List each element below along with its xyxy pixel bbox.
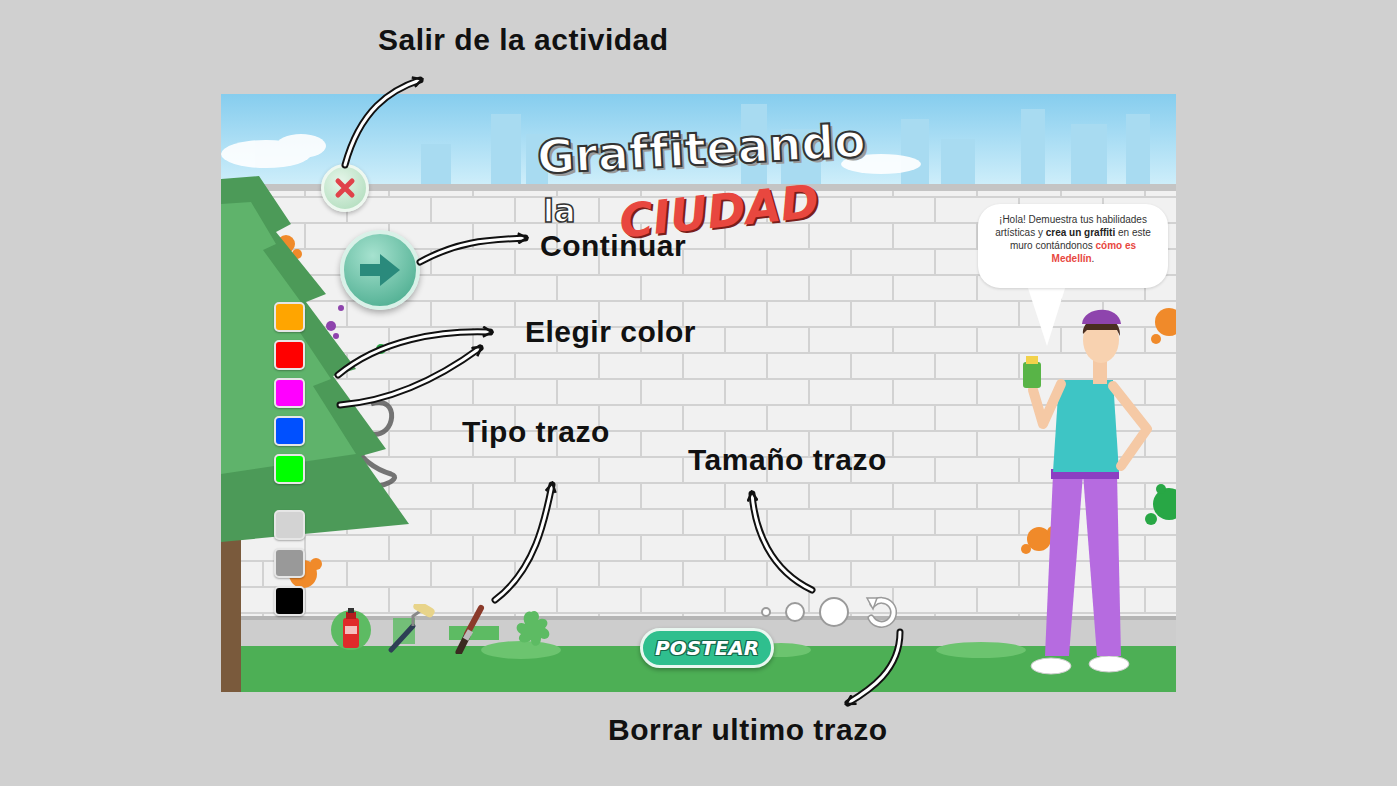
color-swatch[interactable]: [274, 340, 305, 370]
close-icon: [333, 176, 357, 200]
color-swatch[interactable]: [274, 416, 305, 446]
splat-icon: [511, 604, 555, 654]
post-button[interactable]: POSTEAR: [640, 628, 774, 668]
speech-text: crea un graffiti: [1046, 227, 1115, 238]
spray-can-icon: [329, 604, 373, 654]
title-la: la: [543, 194, 576, 229]
size-option[interactable]: [819, 597, 849, 627]
color-swatch[interactable]: [274, 548, 305, 578]
size-option[interactable]: [785, 602, 805, 622]
brush-tool[interactable]: [447, 604, 501, 654]
speech-text: .: [1092, 253, 1095, 264]
game-screen: GraffiteandolaCIUDADPOSTEAR¡Hola! Demues…: [221, 94, 1176, 692]
continue-label: Continuar: [540, 228, 686, 264]
paintbrush-icon: [447, 604, 501, 654]
color-swatch[interactable]: [274, 378, 305, 408]
stroke-size-label: Tamaño trazo: [688, 442, 887, 478]
color-label: Elegir color: [525, 314, 696, 350]
color-swatch[interactable]: [274, 586, 305, 616]
roller-tool[interactable]: [383, 604, 437, 654]
exit-button[interactable]: [321, 164, 369, 212]
undo-icon: [863, 594, 899, 630]
speech-bubble: ¡Hola! Demuestra tus habilidades artísti…: [978, 204, 1168, 288]
color-swatch[interactable]: [274, 302, 305, 332]
color-swatch[interactable]: [274, 454, 305, 484]
undo-button[interactable]: [863, 594, 899, 630]
arrow-right-icon: [358, 252, 402, 288]
color-swatch[interactable]: [274, 510, 305, 540]
continue-button[interactable]: [340, 230, 420, 310]
stroke-type-tools: [329, 604, 555, 654]
undo-label: Borrar ultimo trazo: [608, 712, 888, 748]
exit-label: Salir de la actividad: [378, 22, 669, 58]
size-option[interactable]: [761, 607, 771, 617]
annotation-arrows: [0, 0, 1397, 786]
stroke-size-options: [761, 592, 899, 632]
spray-tool[interactable]: [329, 604, 373, 654]
page: GraffiteandolaCIUDADPOSTEAR¡Hola! Demues…: [0, 0, 1397, 786]
stamp-tool[interactable]: [511, 604, 555, 654]
color-palette: [274, 302, 305, 616]
stroke-type-label: Tipo trazo: [462, 414, 610, 450]
paint-roller-icon: [383, 604, 437, 654]
